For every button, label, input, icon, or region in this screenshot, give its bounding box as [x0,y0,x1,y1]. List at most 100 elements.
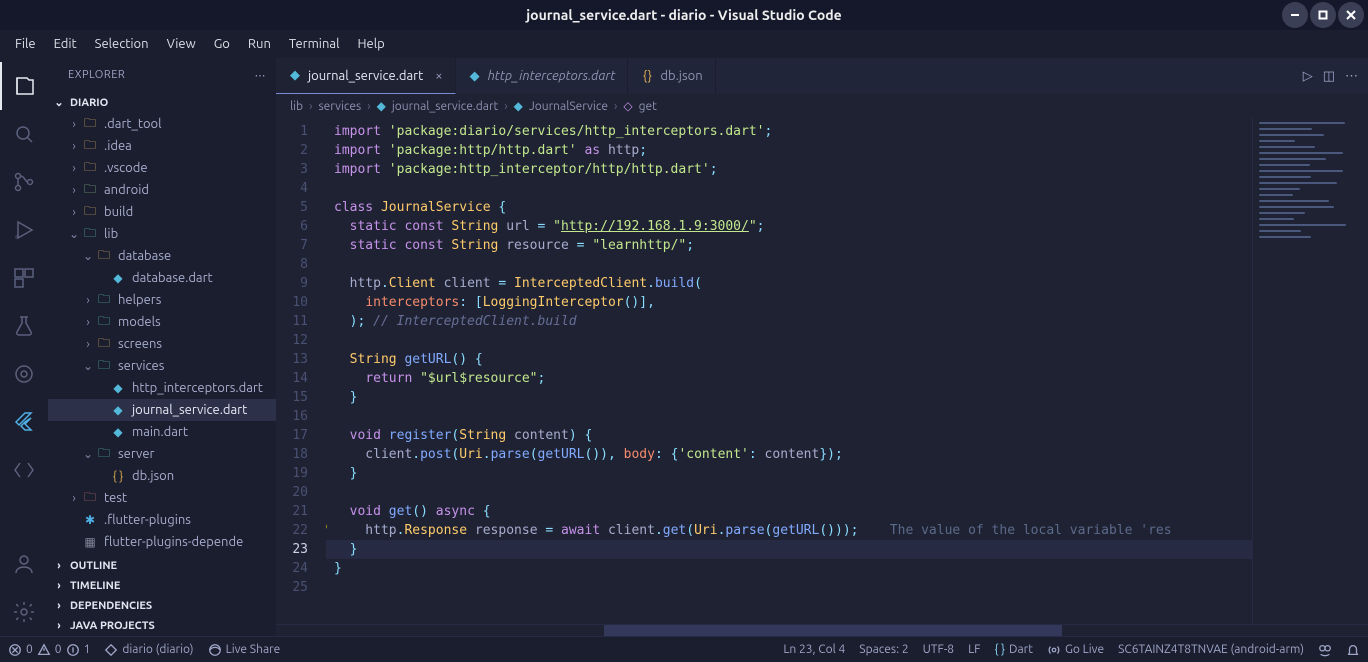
code-line[interactable]: import 'package:diario/services/http_int… [326,122,1252,141]
breadcrumb-item[interactable]: services [318,100,361,113]
status-language[interactable]: { } Dart [994,643,1032,656]
code-line[interactable]: void register(String content) { [326,426,1252,445]
sidebar-more-icon[interactable]: ⋯ [255,69,267,82]
tree-item[interactable]: ⌄🗀lib [48,223,276,245]
activity-account-icon[interactable] [0,540,48,588]
sidebar-section[interactable]: ›DEPENDENCIES [48,596,276,616]
status-golive[interactable]: Go Live [1047,643,1104,657]
status-eol[interactable]: LF [968,643,980,656]
tree-item[interactable]: ◆main.dart [48,421,276,443]
code-line[interactable]: String getURL() { [326,350,1252,369]
tree-item[interactable]: ⌄🗀server [48,443,276,465]
maximize-button[interactable] [1310,2,1336,28]
breadcrumbs[interactable]: lib›services›◆ journal_service.dart›◆ Jo… [276,94,1368,118]
tree-item[interactable]: ›🗀helpers [48,289,276,311]
close-icon[interactable]: × [435,69,442,83]
code-line[interactable]: } [326,559,1252,578]
tree-item[interactable]: ✱.flutter-plugins [48,509,276,531]
tree-item[interactable]: ›🗀android [48,179,276,201]
menu-item-file[interactable]: File [6,33,45,55]
code-line[interactable]: import 'package:http_interceptor/http/ht… [326,160,1252,179]
menu-item-edit[interactable]: Edit [45,33,86,55]
editor-tab[interactable]: ◆http_interceptors.dart [456,58,629,94]
sidebar-project-title[interactable]: ⌄ DIARIO [48,92,276,113]
close-button[interactable] [1338,2,1364,28]
breadcrumb-item[interactable]: get [639,100,657,113]
code-line[interactable] [326,407,1252,426]
tree-item[interactable]: ›🗀test [48,487,276,509]
tree-item[interactable]: ›🗀models [48,311,276,333]
code-line[interactable]: return "$url$resource"; [326,369,1252,388]
tree-item[interactable]: ›🗀.idea [48,135,276,157]
status-cursor-position[interactable]: Ln 23, Col 4 [783,643,845,656]
tree-item[interactable]: ›🗀.vscode [48,157,276,179]
activity-remote-icon[interactable] [0,446,48,494]
status-problems[interactable]: 0 0 1 [8,643,90,657]
status-liveshare[interactable]: Live Share [208,643,281,657]
split-icon[interactable]: ◫ [1323,69,1335,84]
menu-item-view[interactable]: View [158,33,205,55]
menu-item-go[interactable]: Go [205,33,239,55]
activity-settings-icon[interactable] [0,588,48,636]
activity-flutter-icon[interactable] [0,398,48,446]
lightbulb-icon[interactable]: 💡 [326,521,330,540]
activity-test-icon[interactable] [0,302,48,350]
activity-scm-icon[interactable] [0,158,48,206]
code-area[interactable]: import 'package:diario/services/http_int… [326,118,1252,624]
editor-tab[interactable]: ◆journal_service.dart× [276,58,456,94]
code-line[interactable] [326,483,1252,502]
code-line[interactable]: } [326,388,1252,407]
tree-item[interactable]: ⌄🗀services [48,355,276,377]
tree-item[interactable]: ⌄🗀database [48,245,276,267]
editor[interactable]: 1234567891011121314151617181920212223242… [276,118,1368,624]
code-line[interactable]: 💡 http.Response response = await client.… [326,521,1252,540]
code-line[interactable]: } [326,464,1252,483]
code-line[interactable] [326,255,1252,274]
code-line[interactable]: static const String resource = "learnhtt… [326,236,1252,255]
activity-target-icon[interactable] [0,350,48,398]
code-line[interactable]: } [326,540,1252,559]
code-line[interactable]: interceptors: [LoggingInterceptor()], [326,293,1252,312]
scrollbar-thumb[interactable] [604,625,1063,636]
code-line[interactable]: class JournalService { [326,198,1252,217]
activity-run-icon[interactable] [0,206,48,254]
menu-item-run[interactable]: Run [239,33,280,55]
sidebar-section[interactable]: ›OUTLINE [48,556,276,576]
code-line[interactable]: client.post(Uri.parse(getURL()), body: {… [326,445,1252,464]
menu-item-terminal[interactable]: Terminal [280,33,349,55]
activity-extensions-icon[interactable] [0,254,48,302]
code-line[interactable] [326,179,1252,198]
tree-item[interactable]: ◆http_interceptors.dart [48,377,276,399]
code-line[interactable]: ); // InterceptedClient.build [326,312,1252,331]
sidebar-section[interactable]: ›TIMELINE [48,576,276,596]
code-line[interactable] [326,331,1252,350]
code-line[interactable]: void get() async { [326,502,1252,521]
minimap[interactable] [1252,118,1368,624]
more-icon[interactable]: ⋯ [1345,69,1358,84]
horizontal-scrollbar[interactable] [276,624,1368,636]
tree-item[interactable]: ◆database.dart [48,267,276,289]
minimize-button[interactable] [1282,2,1308,28]
tree-item[interactable]: ◆journal_service.dart [48,399,276,421]
status-project[interactable]: diario (diario) [104,643,193,657]
status-device[interactable]: SC6TAINZ4T8TNVAE (android-arm) [1118,643,1304,656]
status-bell-icon[interactable] [1346,643,1360,657]
menu-item-selection[interactable]: Selection [86,33,158,55]
code-line[interactable] [326,578,1252,597]
run-icon[interactable]: ▷ [1303,69,1313,84]
breadcrumb-item[interactable]: JournalService [529,100,608,113]
code-line[interactable]: http.Client client = InterceptedClient.b… [326,274,1252,293]
status-encoding[interactable]: UTF-8 [923,643,954,656]
breadcrumb-item[interactable]: journal_service.dart [392,100,498,113]
tree-item[interactable]: ›🗀build [48,201,276,223]
code-line[interactable]: import 'package:http/http.dart' as http; [326,141,1252,160]
activity-search-icon[interactable] [0,110,48,158]
editor-tab[interactable]: {}db.json [628,58,715,94]
tree-item[interactable]: { }db.json [48,465,276,487]
tree-item[interactable]: ▦flutter-plugins-depende [48,531,276,553]
sidebar-section[interactable]: ›JAVA PROJECTS [48,616,276,636]
tree-item[interactable]: ›🗀.dart_tool [48,113,276,135]
menu-item-help[interactable]: Help [348,33,393,55]
breadcrumb-item[interactable]: lib [290,100,303,113]
tree-item[interactable]: ›🗀screens [48,333,276,355]
